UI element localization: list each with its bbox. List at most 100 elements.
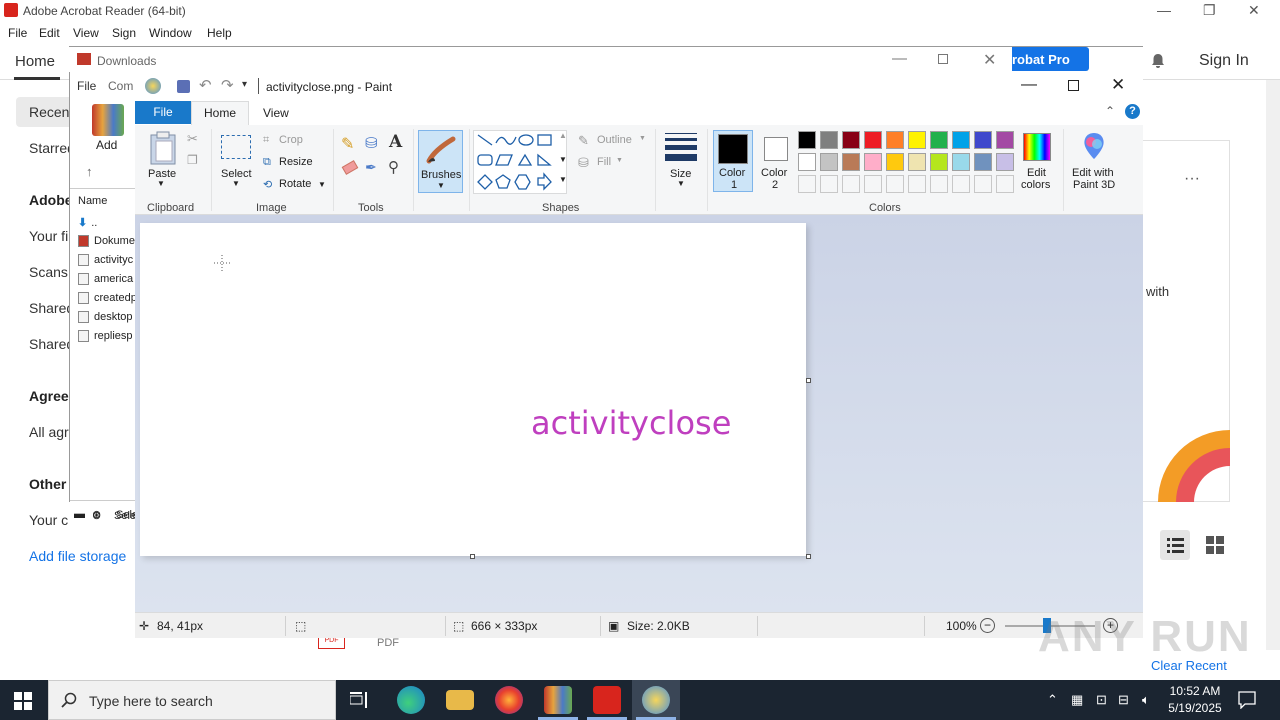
sidebar-item-your-computer[interactable]: Your c [29,512,68,528]
custom-color-slot[interactable] [820,175,838,193]
sidebar-item-your-files[interactable]: Your fi [29,228,68,244]
custom-color-slot[interactable] [842,175,860,193]
ribbon-collapse-icon[interactable]: ⌃ [1105,104,1115,118]
eraser-icon[interactable] [341,160,359,175]
tray-device-icon[interactable]: ⊡ [1096,692,1107,708]
clock-time[interactable]: 10:52 AM [1166,684,1224,698]
custom-color-slot[interactable] [886,175,904,193]
windows-start-icon[interactable] [14,692,32,710]
rotate-label[interactable]: Rotate [279,178,311,190]
edit-paint3d-label[interactable]: Edit with [1072,167,1114,179]
sidebar-item-scans[interactable]: Scans [29,264,68,280]
grid-view-icon[interactable] [1205,535,1225,555]
tray-overflow-icon[interactable]: ⌃ [1047,692,1058,708]
cut-icon[interactable]: ✂ [187,131,198,147]
color-swatch[interactable] [952,131,970,149]
copy-icon[interactable]: ❐ [187,153,198,167]
explorer-maximize-button[interactable] [938,54,948,64]
tab-home[interactable]: Home [191,101,249,125]
acrobat-menu-window[interactable]: Window [149,26,192,40]
color-swatch[interactable] [930,153,948,171]
color-swatch[interactable] [820,153,838,171]
resize-handle-corner[interactable] [806,554,811,559]
notification-bell-icon[interactable] [1150,53,1166,69]
fill-icon[interactable]: ⛁ [578,155,589,171]
fill-bucket-icon[interactable]: ⛁ [365,134,378,152]
acrobat-close-button[interactable]: ✕ [1248,2,1260,19]
acrobat-maximize-button[interactable]: ❐ [1203,2,1216,19]
magnifier-icon[interactable]: ⚲ [388,158,399,176]
save-icon[interactable] [177,80,190,93]
color-swatch[interactable] [974,131,992,149]
color2-button[interactable] [764,137,788,161]
paint-workspace[interactable]: activityclose [135,215,1143,612]
color-swatch[interactable] [996,131,1014,149]
outline-dropdown-icon[interactable]: ▼ [639,135,646,142]
explorer-close-button[interactable]: ✕ [983,50,996,70]
list-view-button[interactable] [1160,530,1190,560]
acrobat-taskbar-icon[interactable] [593,686,621,714]
paint-help-icon[interactable]: ? [1125,104,1140,119]
tab-file[interactable]: File [135,101,191,124]
fill-label[interactable]: Fill [597,156,611,168]
custom-color-slot[interactable] [908,175,926,193]
firefox-icon[interactable] [495,686,523,714]
text-tool-icon[interactable]: A [389,132,402,152]
resize-icon[interactable]: ⧉ [263,156,271,169]
crop-label[interactable]: Crop [279,134,303,146]
custom-color-slot[interactable] [798,175,816,193]
winrar-icon[interactable] [544,686,572,714]
color-swatch[interactable] [864,153,882,171]
fill-dropdown-icon[interactable]: ▼ [616,157,623,164]
sidebar-item-all-agreements[interactable]: All agr [29,424,69,440]
custom-color-slot[interactable] [952,175,970,193]
taskbar-search-box[interactable]: Type here to search [48,680,336,720]
sign-in-button[interactable]: Sign In [1199,52,1249,70]
color-swatch[interactable] [886,131,904,149]
outline-icon[interactable]: ✎ [578,133,589,149]
acrobat-home-tab[interactable]: Home [15,53,55,70]
acrobat-scrollbar[interactable] [1266,80,1280,650]
color-swatch[interactable] [908,153,926,171]
paint-maximize-button[interactable] [1068,80,1079,91]
resize-handle-right[interactable] [806,378,811,383]
explorer-minimize-button[interactable]: — [892,50,907,67]
color-swatch[interactable] [930,131,948,149]
paint-taskbar-icon[interactable] [642,686,670,714]
network-icon[interactable]: ⊟ [1118,692,1129,708]
rotate-dropdown-icon[interactable]: ▼ [318,180,326,189]
zoom-out-button[interactable]: − [980,618,995,633]
size-dropdown-icon[interactable]: ▼ [677,179,685,188]
redo-icon[interactable]: ↷ [221,76,234,94]
edge-icon[interactable] [397,686,425,714]
acrobat-menu-help[interactable]: Help [207,26,232,40]
edit-colors-icon[interactable] [1023,133,1051,161]
sidebar-item-recent[interactable]: Recent [29,104,73,120]
shapes-gallery[interactable] [473,130,567,194]
select-icon[interactable] [221,135,251,159]
resize-handle-bottom[interactable] [470,554,475,559]
tab-view[interactable]: View [263,106,289,120]
clock-date[interactable]: 5/19/2025 [1166,701,1224,715]
shapes-expand-icon[interactable]: ▼ [559,175,567,184]
color-swatch[interactable] [974,153,992,171]
more-options-icon[interactable]: ··· [1184,170,1200,188]
resize-label[interactable]: Resize [279,156,313,168]
rotate-icon[interactable]: ⟲ [263,178,272,191]
acrobat-menu-file[interactable]: File [8,26,27,40]
acrobat-menu-edit[interactable]: Edit [39,26,60,40]
custom-color-slot[interactable] [996,175,1014,193]
color-swatch[interactable] [798,153,816,171]
shapes-scroll-down-icon[interactable]: ▼ [559,155,567,164]
acrobat-menu-sign[interactable]: Sign [112,26,136,40]
paste-dropdown-icon[interactable]: ▼ [157,179,165,188]
color-swatch[interactable] [820,131,838,149]
edit-colors-label-2[interactable]: colors [1021,179,1050,191]
color-swatch[interactable] [952,153,970,171]
color-swatch[interactable] [842,153,860,171]
color-picker-icon[interactable]: ✒ [365,159,377,176]
notifications-icon[interactable] [1238,691,1256,709]
size-icon[interactable] [665,133,697,161]
color-swatch[interactable] [864,131,882,149]
paint-close-button[interactable]: ✕ [1111,75,1125,95]
